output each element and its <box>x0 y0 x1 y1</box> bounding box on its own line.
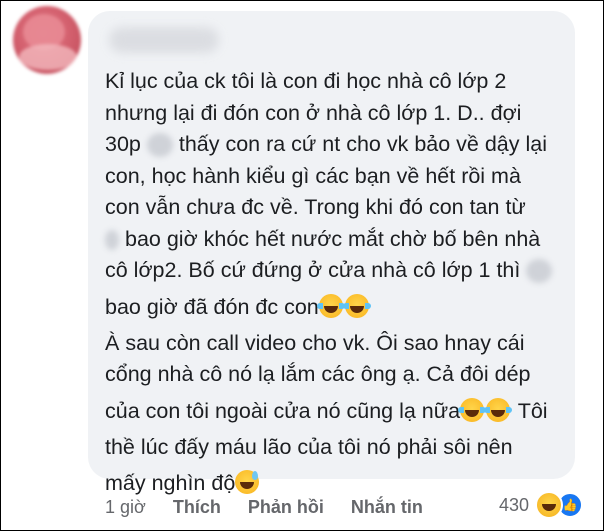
commenter-name-blurred[interactable] <box>109 27 219 53</box>
comment-timestamp[interactable]: 1 giờ <box>105 497 146 517</box>
laughing-tears-emoji-icon <box>316 293 345 318</box>
comment-actions: 1 giờ Thích Phản hồi Nhắn tin <box>105 497 445 518</box>
blurred-text <box>105 229 119 250</box>
comment-line: con vẫn chưa đc về. Trong khi đó con tan… <box>105 195 526 219</box>
comment-line: bao giờ đã đón đc con <box>105 287 567 328</box>
comment-line: cô lớp2. Bố cứ đứng ở cửa nhà cô lớp 1 t… <box>105 255 567 287</box>
comment-line: của con tôi ngoài cửa nó cũng lạ nữa Tôi <box>105 397 548 423</box>
reactions-summary[interactable]: 430 👍 <box>499 491 583 519</box>
comment-line: con, học hành kiểu gì các bạn về hết rồi… <box>105 163 521 188</box>
comment-line: thề lúc đấy máu lão của tôi nó phải sôi … <box>105 434 513 459</box>
comment-line: 30p thấy con ra cứ nt cho vk bảo về dậy … <box>105 132 547 158</box>
like-button[interactable]: Thích <box>173 497 221 517</box>
avatar[interactable] <box>13 6 81 74</box>
comment-line: À sau còn call video cho vk. Ôi sao hnay… <box>105 330 525 355</box>
blurred-text <box>526 259 553 284</box>
reply-button[interactable]: Phản hồi <box>248 497 324 517</box>
comment-line: cổng nhà cô nó lạ lắm các ông ạ. Cả đôi … <box>105 362 531 386</box>
message-button[interactable]: Nhắn tin <box>351 497 423 517</box>
blurred-text <box>146 133 173 158</box>
comment-line: nhưng lại đi đón con ở nhà cô lớp 1. D..… <box>105 100 522 125</box>
haha-icon <box>535 491 563 519</box>
comment-line: Kỉ lục của ck tôi là con đi học nhà cô l… <box>105 69 507 93</box>
reaction-count: 430 <box>498 494 529 515</box>
laughing-tears-emoji-icon <box>342 293 371 318</box>
laughing-tears-emoji-icon <box>458 397 487 422</box>
comment-screenshot-frame: Kỉ lục của ck tôi là con đi học nhà cô l… <box>0 0 604 531</box>
comment-line: bao giờ khóc hết nước mắt chờ bố bên nhà <box>105 224 567 256</box>
comment-text: Kỉ lục của ck tôi là con đi học nhà cô l… <box>105 66 567 504</box>
grinning-sweat-emoji-icon <box>235 470 260 494</box>
laughing-tears-emoji-icon <box>484 397 513 422</box>
